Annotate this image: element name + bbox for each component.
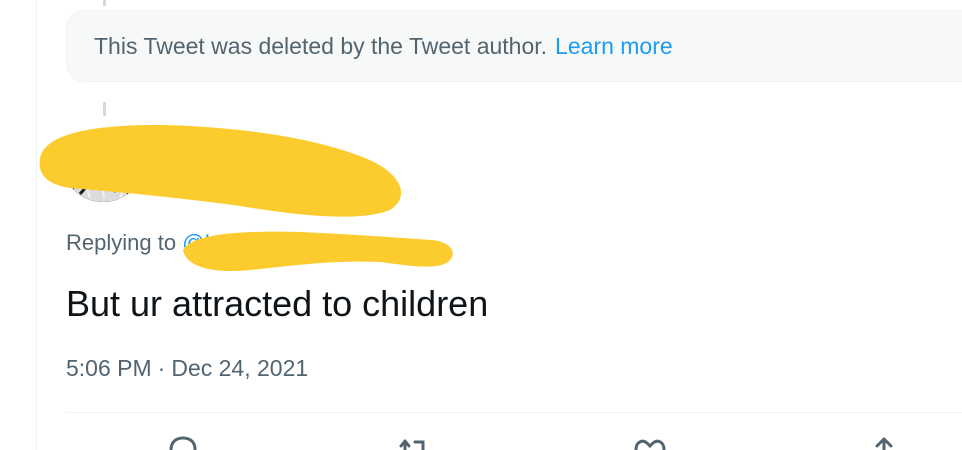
- retweet-button[interactable]: [395, 432, 431, 450]
- replying-to-mention[interactable]: @Legio___: [182, 230, 295, 255]
- tweet-action-bar: [0, 432, 962, 450]
- thread-line: [103, 102, 106, 116]
- tweet-detail-page: This Tweet was deleted by the Tweet auth…: [0, 0, 962, 450]
- tweet-date[interactable]: Dec 24, 2021: [171, 355, 308, 381]
- divider: [66, 412, 962, 413]
- tweet-timestamp: 5:06 PM · Dec 24, 2021: [66, 355, 308, 382]
- like-icon: [634, 439, 666, 450]
- reply-icon: [169, 436, 197, 450]
- deleted-notice-text: This Tweet was deleted by the Tweet auth…: [94, 32, 548, 59]
- learn-more-link[interactable]: Learn more: [555, 33, 673, 60]
- column-border: [36, 0, 37, 450]
- share-icon: [875, 437, 893, 450]
- replying-to: Replying to @Legio___: [66, 230, 295, 256]
- author-display-name[interactable]: ___alid: [156, 128, 234, 155]
- tweet-text: But ur attracted to children: [66, 283, 489, 324]
- timestamp-separator: ·: [157, 355, 166, 381]
- avatar[interactable]: [66, 138, 140, 202]
- author-handle[interactable]: @: [156, 162, 178, 188]
- thread-line-top: [103, 0, 106, 6]
- retweet-icon: [399, 439, 425, 450]
- deleted-tweet-notice: This Tweet was deleted by the Tweet auth…: [66, 10, 962, 82]
- share-button[interactable]: [866, 432, 902, 450]
- avatar-photo-icon: [66, 138, 140, 202]
- like-button[interactable]: [632, 432, 668, 450]
- replying-to-prefix: Replying to: [66, 230, 177, 255]
- reply-button[interactable]: [165, 432, 201, 450]
- tweet-time[interactable]: 5:06 PM: [66, 355, 152, 381]
